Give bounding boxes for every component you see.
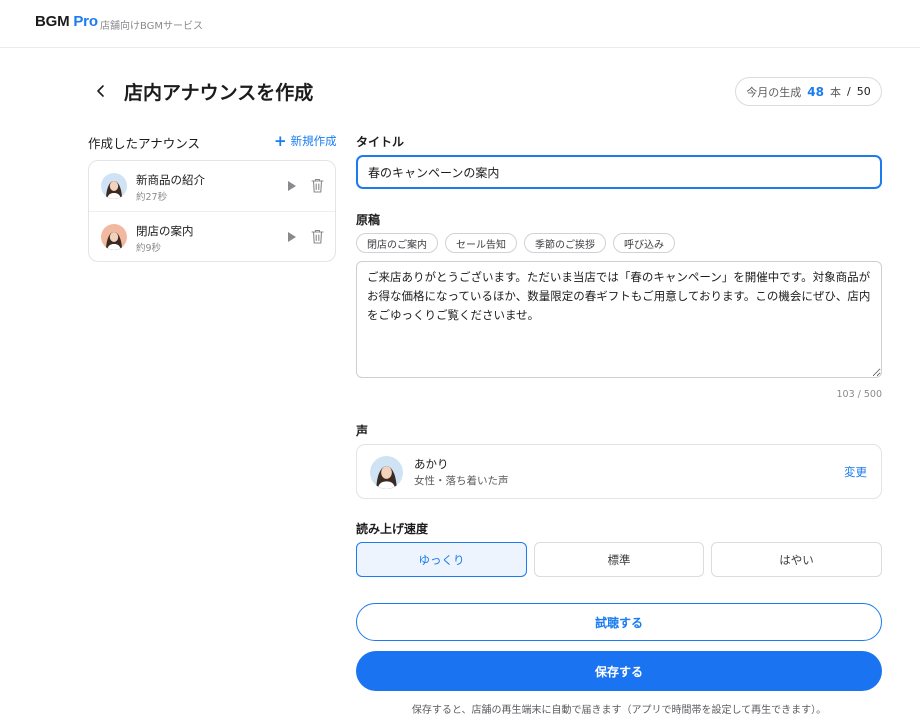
voice-card: あかり 女性・落ち着いた声 変更 <box>356 444 882 499</box>
list-item[interactable]: 新商品の紹介 約27秒 <box>89 161 335 211</box>
speed-option-normal[interactable]: 標準 <box>534 542 704 577</box>
announcement-duration: 約27秒 <box>136 192 168 203</box>
quota-limit: 50 <box>856 85 871 98</box>
quota-prefix: 今月の生成 <box>746 85 802 99</box>
speed-label: 読み上げ速度 <box>356 522 429 536</box>
avatar <box>370 456 403 489</box>
monthly-quota-badge: 今月の生成 48 本 / 50 <box>735 77 882 106</box>
page-title: 店内アナウンスを作成 <box>124 82 314 104</box>
quota-unit: 本 <box>829 85 841 99</box>
voice-name: あかり <box>414 457 449 471</box>
play-icon[interactable] <box>287 180 297 192</box>
trash-icon[interactable] <box>311 178 324 193</box>
announcement-name: 閉店の案内 <box>136 224 194 238</box>
announcement-duration: 約9秒 <box>136 243 162 254</box>
template-chip[interactable]: 閉店のご案内 <box>356 233 438 253</box>
template-chip[interactable]: 季節のご挨拶 <box>524 233 606 253</box>
template-chip[interactable]: 呼び込み <box>613 233 675 253</box>
brand-subtitle: 店舗向けBGMサービス <box>100 21 204 32</box>
avatar <box>101 173 127 199</box>
voice-description: 女性・落ち着いた声 <box>414 475 509 487</box>
title-input[interactable] <box>356 155 882 189</box>
save-note: 保存すると、店舗の再生端末に自動で届きます（アプリで時間帯を設定して再生できます… <box>411 705 827 716</box>
announcement-list-heading: 作成したアナウンス <box>88 136 201 151</box>
character-counter: 103 / 500 <box>836 389 882 400</box>
plus-icon: + <box>274 132 287 150</box>
save-button[interactable]: 保存する <box>356 651 882 691</box>
title-label: タイトル <box>356 135 405 149</box>
template-chips: 閉店のご案内 セール告知 季節のご挨拶 呼び込み <box>356 233 675 253</box>
app-header: BGM Pro 店舗向けBGMサービス <box>0 0 920 48</box>
avatar <box>101 224 127 250</box>
script-textarea[interactable]: ご来店ありがとうございます。ただいま当店では「春のキャンペーン」を開催中です。対… <box>356 261 882 378</box>
trash-icon[interactable] <box>311 229 324 244</box>
chevron-left-icon[interactable] <box>90 80 112 102</box>
voice-label: 声 <box>356 424 369 438</box>
brand-logo[interactable]: BGM Pro <box>35 13 98 30</box>
script-label: 原稿 <box>356 213 381 227</box>
template-chip[interactable]: セール告知 <box>445 233 517 253</box>
new-announcement-label: 新規作成 <box>290 134 337 148</box>
speed-option-fast[interactable]: はやい <box>711 542 882 577</box>
change-voice-button[interactable]: 変更 <box>844 464 867 480</box>
brand-accent: Pro <box>73 13 98 30</box>
list-item[interactable]: 閉店の案内 約9秒 <box>89 211 335 261</box>
announcement-name: 新商品の紹介 <box>136 173 205 187</box>
play-icon[interactable] <box>287 231 297 243</box>
quota-used: 48 <box>807 84 824 99</box>
brand-main: BGM <box>35 13 70 30</box>
quota-separator: / <box>846 85 851 98</box>
preview-button[interactable]: 試聴する <box>356 603 882 641</box>
new-announcement-button[interactable]: + 新規作成 <box>274 133 337 149</box>
speed-option-slow[interactable]: ゆっくり <box>356 542 527 577</box>
announcement-list: 新商品の紹介 約27秒 閉店の案内 約9秒 <box>88 160 336 262</box>
